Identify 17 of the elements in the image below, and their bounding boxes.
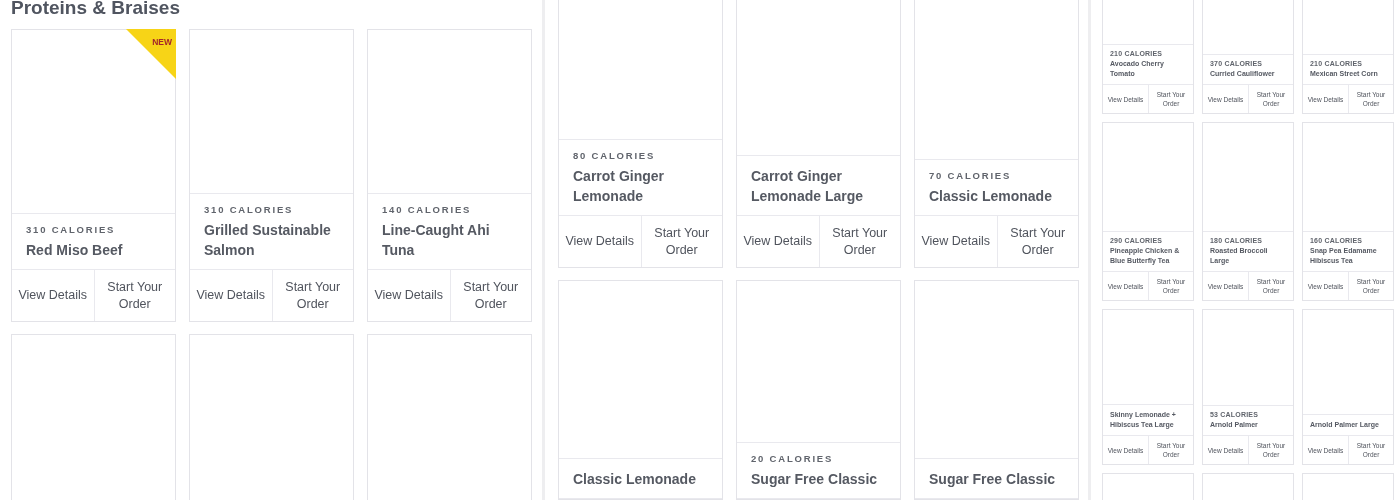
- product-name: Sugar Free Classic: [929, 470, 1057, 489]
- calories-label: 310 CALORIES: [204, 204, 295, 215]
- product-name: Sugar Free Classic: [751, 470, 879, 489]
- product-name: Line-Caught Ahi Tuna: [382, 221, 491, 260]
- section-heading: Proteins & Braises: [11, 0, 181, 18]
- product-name: Red Miso Beef: [26, 241, 124, 260]
- product-name: Classic Lemonade: [573, 470, 697, 489]
- product-name: Classic Lemonade: [929, 187, 1053, 206]
- product-name: Carrot Ginger Lemonade Large: [751, 167, 865, 206]
- calories-label: 20 CALORIES: [751, 453, 835, 464]
- product-name: Carrot Ginger Lemonade: [573, 167, 665, 206]
- calories-label: 70 CALORIES: [929, 170, 1013, 181]
- new-badge: NEW: [126, 29, 176, 79]
- product-name: Grilled Sustainable Salmon: [204, 221, 332, 260]
- calories-label: 310 CALORIES: [26, 224, 117, 235]
- calories-label: 140 CALORIES: [382, 204, 473, 215]
- calories-label: 80 CALORIES: [573, 150, 657, 161]
